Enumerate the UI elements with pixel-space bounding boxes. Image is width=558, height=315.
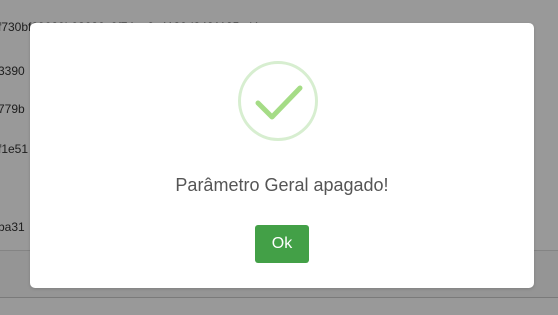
check-icon bbox=[255, 85, 303, 120]
dialog-message: Parâmetro Geral apagado! bbox=[175, 175, 389, 195]
success-dialog: Parâmetro Geral apagado! Ok bbox=[30, 23, 534, 288]
success-check-icon bbox=[238, 61, 318, 141]
ok-button[interactable]: Ok bbox=[255, 225, 309, 263]
